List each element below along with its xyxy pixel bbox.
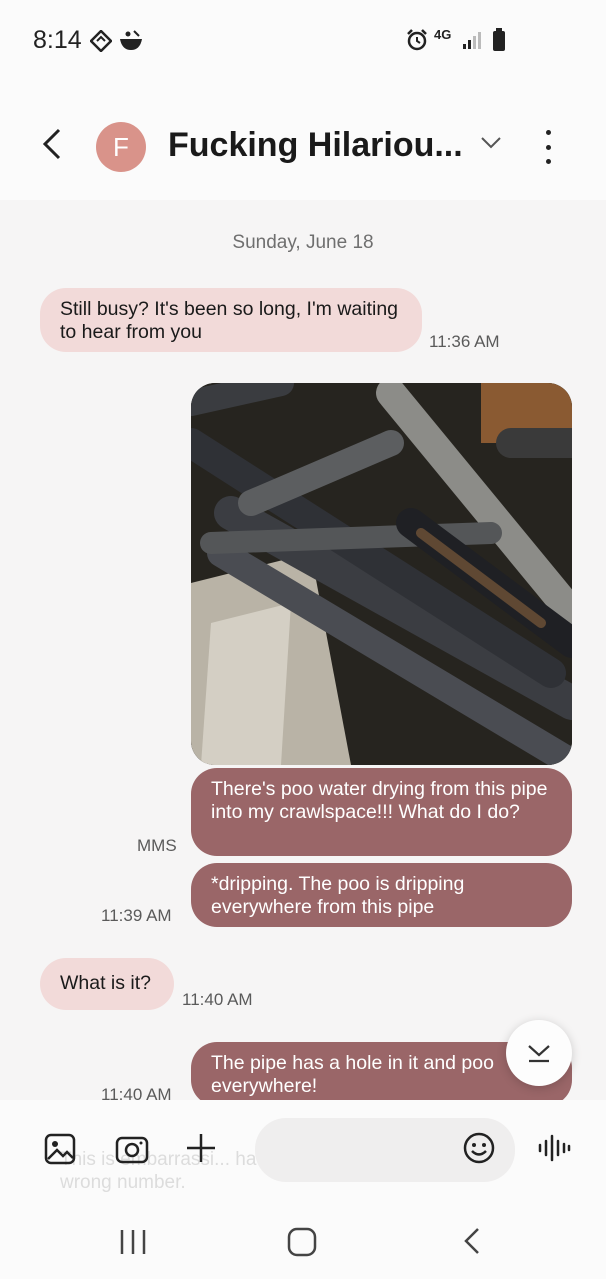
chevron-down-icon[interactable] [480,136,502,150]
recent-apps-icon[interactable] [118,1228,148,1256]
alarm-icon [407,29,427,51]
pipe-photo-image [191,383,572,765]
message-timestamp: 11:36 AM [429,332,500,351]
voice-record-icon[interactable] [537,1132,571,1164]
system-nav-bar [0,1200,606,1279]
camera-icon[interactable] [115,1133,149,1165]
chevron-down-icon [528,1045,550,1063]
message-timestamp: 11:40 AM [101,1085,172,1100]
incoming-message[interactable]: Still busy? It's been so long, I'm waiti… [40,288,422,352]
outgoing-message[interactable]: There's poo water drying from this pipe … [191,768,572,856]
emoji-icon[interactable] [463,1132,495,1164]
message-timestamp: 11:39 AM [101,906,172,925]
date-separator: Sunday, June 18 [232,232,374,253]
gallery-icon[interactable] [44,1133,76,1165]
message-text: There's poo water drying from this pipe … [211,778,548,823]
message-text: What is it? [60,972,152,994]
message-timestamp: 11:40 AM [182,990,253,1009]
scroll-to-bottom-button[interactable] [506,1020,572,1086]
outgoing-message[interactable]: *dripping. The poo is dripping everywher… [191,863,572,927]
more-options-icon[interactable] [538,130,558,164]
back-arrow-icon[interactable] [34,126,70,162]
message-text: *dripping. The poo is dripping everywher… [211,873,465,918]
message-text: Still busy? It's been so long, I'm waiti… [60,298,399,343]
message-text: The pipe has a hole in it and poo everyw… [211,1052,494,1097]
home-icon[interactable] [286,1227,318,1257]
mms-label: MMS [137,836,177,855]
network-type: 4G [434,27,452,42]
image-attachment[interactable] [191,383,572,765]
message-list[interactable]: Sunday, June 18 Still busy? It's been so… [0,200,606,1100]
status-time: 8:14 [33,26,82,54]
battery-icon [493,28,505,51]
contact-name[interactable]: Fucking Hilariou... [168,126,463,165]
conversation-header: F Fucking Hilariou... [0,80,606,200]
status-bar: 8:14 4G [0,0,606,80]
bowl-icon [120,30,142,50]
incoming-message[interactable]: What is it? [40,958,174,1010]
back-nav-icon[interactable] [460,1226,482,1256]
plus-icon[interactable] [185,1132,217,1164]
contact-avatar[interactable]: F [96,122,146,172]
signal-icon [463,32,481,49]
composer-bar: This is embarrassi... have entered the w… [0,1100,606,1200]
diamond-nav-icon [90,30,112,52]
